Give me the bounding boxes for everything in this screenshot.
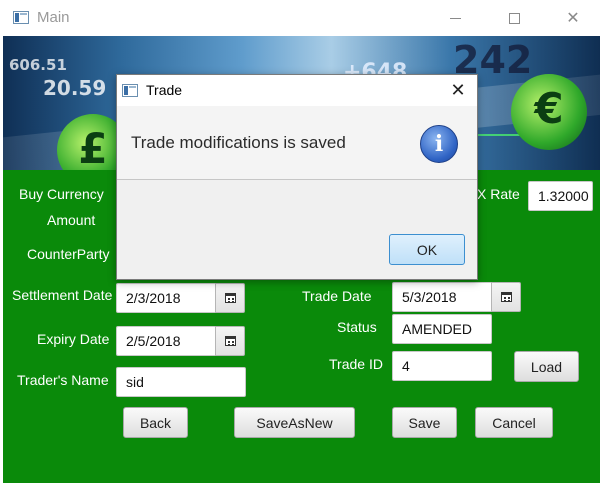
expiry-date-field[interactable]: 2/5/2018 bbox=[116, 326, 215, 356]
calendar-icon bbox=[500, 292, 512, 302]
trade-date-field[interactable]: 5/3/2018 bbox=[392, 282, 491, 312]
close-icon: ✕ bbox=[566, 10, 580, 27]
settlement-date-label: Settlement Date bbox=[12, 287, 113, 303]
cancel-button[interactable]: Cancel bbox=[475, 407, 553, 438]
euro-coin-icon: € bbox=[511, 74, 587, 150]
dialog-window-icon bbox=[122, 84, 138, 97]
trade-id-label: Trade ID bbox=[329, 356, 383, 372]
calendar-icon bbox=[224, 293, 236, 303]
minimize-button[interactable] bbox=[432, 0, 478, 36]
amount-label: Amount bbox=[47, 212, 96, 228]
settlement-date-field[interactable]: 2/3/2018 bbox=[116, 283, 215, 313]
status-label: Status bbox=[337, 319, 377, 335]
info-icon: i bbox=[420, 125, 458, 163]
expiry-date-label: Expiry Date bbox=[37, 331, 110, 347]
main-title-bar: Main ✕ bbox=[0, 0, 603, 36]
counterparty-label: CounterParty bbox=[27, 246, 110, 262]
calendar-icon bbox=[224, 336, 236, 346]
trader-name-label: Trader's Name bbox=[17, 372, 109, 388]
expiry-date-picker[interactable]: 2/5/2018 bbox=[116, 326, 245, 356]
banner-number: 20.59 bbox=[43, 76, 107, 100]
maximize-icon bbox=[508, 12, 520, 24]
fx-rate-field[interactable]: 1.32000 bbox=[528, 181, 593, 211]
dialog-message: Trade modifications is saved bbox=[131, 133, 346, 152]
dialog-title-bar: Trade ✕ bbox=[117, 75, 477, 106]
minimize-icon bbox=[449, 17, 461, 19]
settlement-date-picker[interactable]: 2/3/2018 bbox=[116, 283, 245, 313]
status-field[interactable]: AMENDED bbox=[392, 314, 492, 344]
trade-date-label: Trade Date bbox=[302, 288, 372, 304]
trade-saved-dialog: Trade ✕ Trade modifications is saved i O… bbox=[116, 74, 478, 280]
dialog-title: Trade bbox=[146, 82, 183, 98]
app-window-icon bbox=[13, 11, 29, 24]
trade-id-field[interactable]: 4 bbox=[392, 351, 492, 381]
banner-number: 606.51 bbox=[9, 56, 67, 74]
trade-date-picker[interactable]: 5/3/2018 bbox=[392, 282, 521, 312]
save-as-new-button[interactable]: SaveAsNew bbox=[234, 407, 355, 438]
load-button[interactable]: Load bbox=[514, 351, 579, 382]
close-button[interactable]: ✕ bbox=[550, 0, 596, 36]
fx-rate-label: X Rate bbox=[477, 186, 520, 202]
maximize-button[interactable] bbox=[491, 0, 537, 36]
trader-name-field[interactable]: sid bbox=[116, 367, 246, 397]
save-button[interactable]: Save bbox=[392, 407, 457, 438]
trade-date-calendar-button[interactable] bbox=[491, 282, 521, 312]
expiry-date-calendar-button[interactable] bbox=[215, 326, 245, 356]
buy-currency-label: Buy Currency bbox=[19, 186, 104, 202]
back-button[interactable]: Back bbox=[123, 407, 188, 438]
settlement-date-calendar-button[interactable] bbox=[215, 283, 245, 313]
window-title: Main bbox=[37, 9, 70, 26]
dialog-close-button[interactable]: ✕ bbox=[439, 75, 477, 106]
close-icon: ✕ bbox=[450, 80, 466, 100]
dialog-header: Trade modifications is saved i bbox=[117, 106, 477, 180]
ok-button[interactable]: OK bbox=[389, 234, 465, 265]
